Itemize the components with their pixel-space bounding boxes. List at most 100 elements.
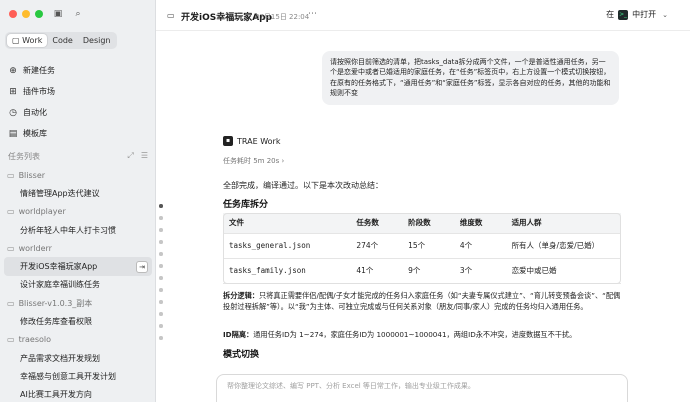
- filter-icon[interactable]: ☰: [141, 151, 148, 162]
- task-groups: ▭ Blisser 情绪管理App迭代建议 ▭ worldplayer 分析年轻人中年人打…: [4, 166, 152, 402]
- task-group-header[interactable]: ▭ worlderr: [4, 239, 152, 257]
- agent-header: ▪ TRAE Work: [223, 136, 280, 146]
- search-icon[interactable]: ⌕: [72, 8, 84, 20]
- table-header-row: 文件 任务数 阶段数 维度数 适用人群: [223, 213, 621, 234]
- task-group-header[interactable]: ▭ worldplayer: [4, 203, 152, 221]
- table-cell: 4个: [453, 233, 506, 259]
- sidebar-nav-item[interactable]: ▤ 模板库: [6, 123, 150, 144]
- title-bar: ▭ 开发iOS幸福玩家App 07月15日 22:04 ⋯ 在 >_ 中打开 ⌄: [156, 0, 690, 31]
- task-date: 07月15日 22:04: [255, 13, 310, 21]
- zoom-window-button[interactable]: [35, 10, 43, 18]
- nav-dot[interactable]: [159, 264, 163, 268]
- nav-dot[interactable]: [159, 276, 163, 280]
- window-controls: [9, 10, 43, 18]
- task-list-header: 任务列表 ⤢ ☰: [8, 151, 148, 162]
- open-in-label: 中打开: [632, 10, 657, 19]
- task-list-item[interactable]: 分析年轻人中年人打卡习惯: [4, 221, 152, 239]
- nav-dot[interactable]: [159, 300, 163, 304]
- elapsed-time-toggle[interactable]: 任务耗时 5m 20s ›: [223, 156, 284, 166]
- folder-icon: ▭: [7, 298, 15, 308]
- section-heading-mode: 模式切换: [223, 350, 260, 360]
- table-header-cell: 任务数: [350, 213, 403, 234]
- task-split-table: 文件 任务数 阶段数 维度数 适用人群 tasks_general.json 274个 15…: [223, 213, 621, 284]
- task-list-item[interactable]: 情绪管理App迭代建议: [4, 184, 152, 202]
- trae-logo-icon: ▪: [223, 136, 233, 146]
- open-in-prefix: 在: [606, 10, 615, 19]
- composer: [216, 374, 628, 402]
- task-group-name: Blisser: [18, 170, 46, 180]
- table-header-cell: 文件: [223, 213, 351, 234]
- task-list-item[interactable]: 修改任务库查看权限: [4, 312, 152, 330]
- nav-dot[interactable]: [159, 216, 163, 220]
- new-task-icon: ⊕: [9, 65, 17, 76]
- table-cell: 所有人（单身/恋爱/已婚）: [505, 233, 621, 259]
- task-list-title: 任务列表: [8, 152, 40, 161]
- nav-dot[interactable]: [159, 336, 163, 340]
- sidebar-nav-item[interactable]: ◷ 自动化: [6, 102, 150, 123]
- task-group-name: worlderr: [18, 243, 52, 253]
- table-cell: 恋爱中或已婚: [505, 258, 621, 284]
- sidebar-nav-label: 自动化: [23, 108, 47, 117]
- task-list-item-label: 修改任务库查看权限: [20, 317, 92, 327]
- table-row: tasks_general.json 274个 15个 4个 所有人（单身/恋爱/已婚）: [223, 233, 621, 259]
- sidebar-nav: ⊕ 新建任务 ⊞ 插件市场 ◷ 自动化 ▤ 模板库: [6, 60, 150, 144]
- task-list-item[interactable]: 产品需求文档开发规划: [4, 349, 152, 367]
- task-list-item-label: AI比赛工具开发方向: [20, 390, 92, 400]
- folder-icon: ▭: [7, 207, 15, 217]
- sidebar-nav-label: 新建任务: [23, 66, 55, 75]
- chevron-right-icon: ›: [281, 157, 285, 165]
- sidebar-nav-label: 插件市场: [23, 87, 55, 96]
- nav-dot[interactable]: [159, 252, 163, 256]
- sidebar-nav-item[interactable]: ⊕ 新建任务: [6, 60, 150, 81]
- tab-code[interactable]: Code: [47, 34, 77, 47]
- summary-text: 全部完成，编译通过。以下是本次改动总结：: [223, 181, 383, 190]
- plugin-icon: ⊞: [9, 86, 17, 97]
- open-in-button[interactable]: 在 >_ 中打开 ⌄: [606, 9, 668, 20]
- table-header-cell: 维度数: [453, 213, 506, 234]
- minimize-window-button[interactable]: [22, 10, 30, 18]
- agent-name: TRAE Work: [237, 136, 281, 146]
- table-row: tasks_family.json 41个 9个 3个 恋爱中或已婚: [223, 258, 621, 284]
- toggle-sidebar-icon[interactable]: ▣: [52, 8, 64, 20]
- task-list-item-label: 产品需求文档开发规划: [20, 353, 100, 363]
- nav-dot[interactable]: [159, 204, 163, 208]
- close-window-button[interactable]: [9, 10, 17, 18]
- table-cell: tasks_family.json: [223, 258, 351, 284]
- work-icon: ▢: [12, 36, 20, 45]
- terminal-app-icon: >_: [618, 9, 629, 20]
- task-window-icon: ▭: [167, 11, 175, 20]
- task-group-name: traesolo: [18, 335, 51, 345]
- folder-icon: ▭: [7, 335, 15, 345]
- conversation-navigator: [159, 204, 163, 340]
- app-window: ▣ ⌕ ▢ Work Code Design ⊕ 新建任务 ⊞ 插件市场 ◷ 自动化 ▤ 模板…: [0, 0, 690, 402]
- task-list-item-label: 设计家庭幸福训练任务: [20, 280, 100, 290]
- folder-icon: ▭: [7, 170, 15, 180]
- task-group-header[interactable]: ▭ Blisser: [4, 166, 152, 184]
- prompt-input[interactable]: [227, 382, 617, 390]
- mode-switcher: ▢ Work Code Design: [5, 32, 118, 49]
- expand-icon[interactable]: ⤢: [127, 151, 133, 162]
- task-list-item-label: 分析年轻人中年人打卡习惯: [20, 225, 116, 235]
- more-icon[interactable]: ⋯: [308, 9, 318, 19]
- sidebar-nav-item[interactable]: ⊞ 插件市场: [6, 81, 150, 102]
- task-list-item-label: 开发iOS幸福玩家App: [20, 262, 98, 272]
- template-icon: ▤: [8, 128, 18, 139]
- table-cell: 3个: [453, 258, 506, 284]
- tab-design[interactable]: Design: [78, 34, 116, 47]
- nav-dot[interactable]: [159, 240, 163, 244]
- table-cell: 41个: [350, 258, 403, 284]
- task-group-header[interactable]: ▭ Blisser-v1.0.3_副本: [4, 294, 152, 312]
- task-list-item[interactable]: 幸福感与创意工具开发计划: [4, 367, 152, 385]
- table-cell: tasks_general.json: [223, 233, 351, 259]
- task-list-item[interactable]: 开发iOS幸福玩家App ⇥: [4, 257, 152, 276]
- tab-work[interactable]: ▢ Work: [7, 34, 48, 47]
- task-list-item[interactable]: 设计家庭幸福训练任务: [4, 276, 152, 294]
- nav-dot[interactable]: [159, 312, 163, 316]
- nav-dot[interactable]: [159, 228, 163, 232]
- task-list-item[interactable]: AI比赛工具开发方向: [4, 386, 152, 402]
- split-view-icon[interactable]: ⇥: [136, 260, 148, 273]
- task-group-header[interactable]: ▭ traesolo: [4, 331, 152, 349]
- section-heading-split: 任务库拆分: [223, 200, 269, 210]
- nav-dot[interactable]: [159, 324, 163, 328]
- nav-dot[interactable]: [159, 288, 163, 292]
